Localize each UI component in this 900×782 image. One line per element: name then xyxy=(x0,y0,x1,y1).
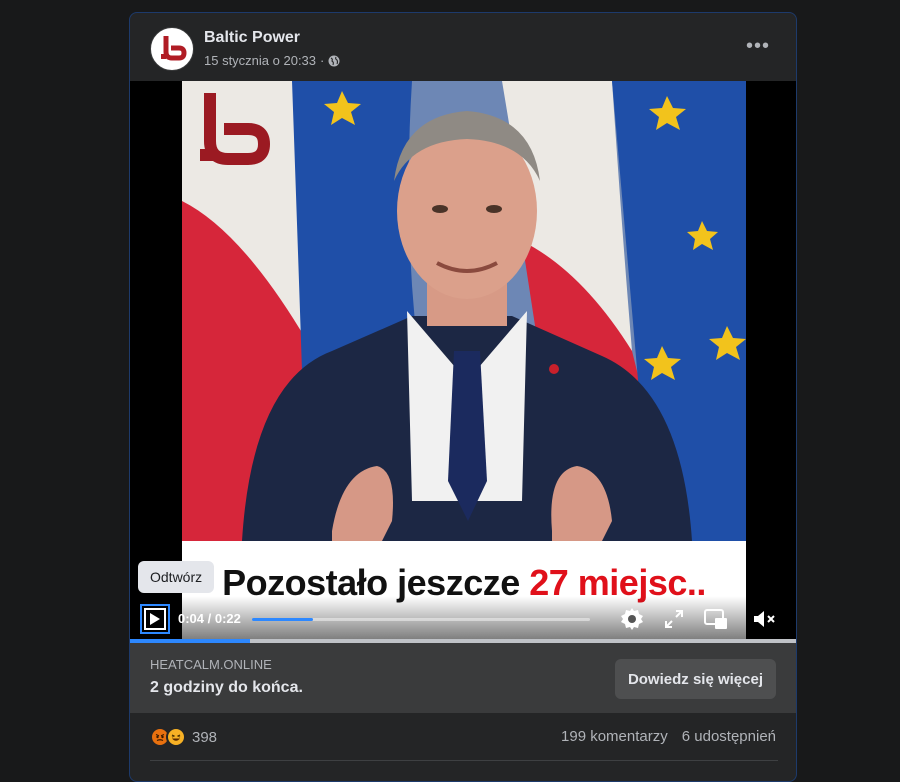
more-options-icon[interactable]: ••• xyxy=(746,35,770,58)
learn-more-button[interactable]: Dowiedz się więcej xyxy=(614,659,776,699)
fullscreen-icon[interactable] xyxy=(661,606,687,632)
play-icon xyxy=(150,613,160,625)
play-tooltip: Odtwórz xyxy=(138,561,215,593)
action-divider xyxy=(150,760,778,761)
link-domain: HEATCALM.ONLINE xyxy=(150,657,272,672)
page-avatar[interactable] xyxy=(150,27,194,71)
comments-count[interactable]: 199 komentarzy xyxy=(561,728,668,745)
scrubber-progress xyxy=(252,618,313,621)
engagement-counts: 199 komentarzy 6 udostępnień xyxy=(561,728,776,745)
post-timestamp[interactable]: 15 stycznia o 20:33 xyxy=(204,53,316,68)
post-header: Baltic Power 15 stycznia o 20:33 · ••• xyxy=(130,13,796,81)
page-name[interactable]: Baltic Power xyxy=(204,29,300,47)
video-time: 0:04 / 0:22 xyxy=(178,611,241,626)
video-frame: Pozostało jeszcze 27 miejsc.. xyxy=(182,81,746,643)
post-stats: 398 199 komentarzy 6 udostępnień xyxy=(130,713,796,761)
baltic-power-logo-icon xyxy=(161,36,187,61)
shares-count[interactable]: 6 udostępnień xyxy=(682,728,776,745)
picture-in-picture-icon[interactable] xyxy=(703,606,729,632)
post-meta: 15 stycznia o 20:33 · xyxy=(204,53,340,68)
link-title: 2 godziny do końca. xyxy=(150,679,303,696)
settings-icon[interactable] xyxy=(619,606,645,632)
mute-icon[interactable] xyxy=(751,606,777,632)
haha-icon xyxy=(166,727,186,747)
play-button[interactable] xyxy=(140,604,170,634)
video-player[interactable]: Pozostało jeszcze 27 miejsc.. Odtwórz 0:… xyxy=(130,81,796,643)
video-still-image xyxy=(182,81,746,541)
post-card: Baltic Power 15 stycznia o 20:33 · ••• P… xyxy=(129,12,797,782)
globe-icon[interactable] xyxy=(328,55,340,67)
play-icon-frame xyxy=(144,608,166,630)
reactions-summary[interactable]: 398 xyxy=(150,727,217,747)
reaction-count: 398 xyxy=(192,728,218,746)
link-preview[interactable]: HEATCALM.ONLINE 2 godziny do końca. Dowi… xyxy=(130,643,796,713)
meta-separator: · xyxy=(320,53,325,68)
video-scrubber[interactable] xyxy=(252,618,590,621)
